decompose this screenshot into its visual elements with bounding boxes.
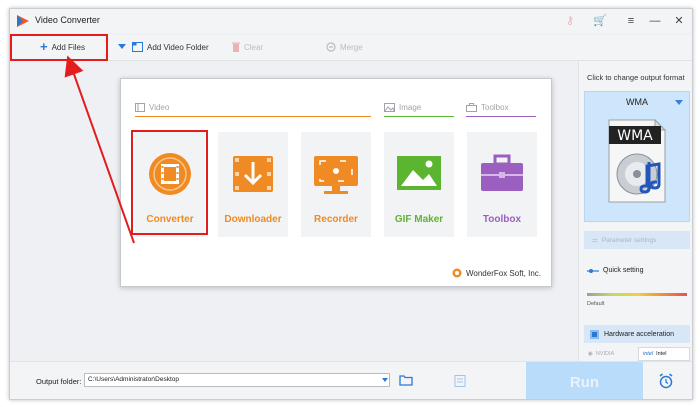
annotation-arrow <box>64 55 135 244</box>
annotation-arrow-overlay <box>64 55 135 244</box>
